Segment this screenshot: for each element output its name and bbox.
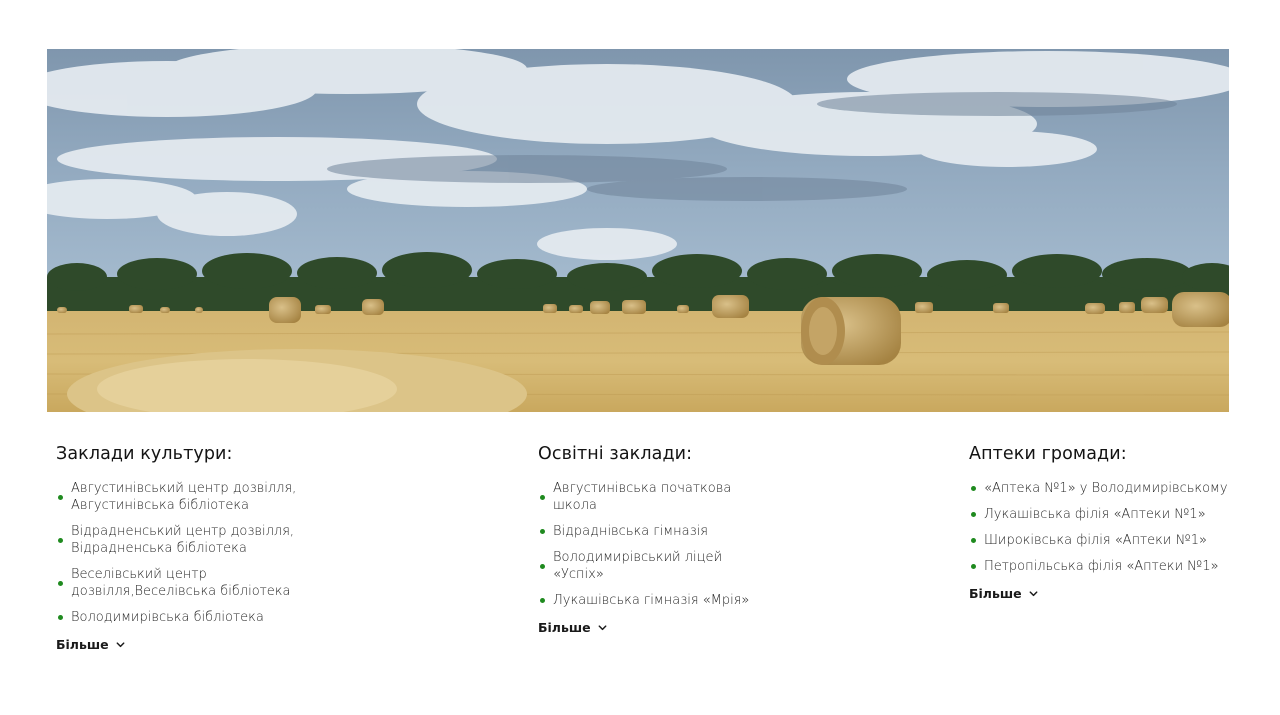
bullet-icon [540, 529, 545, 534]
section-title: Аптеки громади: [969, 444, 1127, 464]
list-item-label: Відраднівська гімназія [553, 524, 708, 539]
list-item[interactable]: Лукашівська гімназія «Мрія» [538, 592, 838, 609]
list-item-label: Відрадненський центр дозвілля, Відрадненс… [71, 524, 295, 556]
bullet-icon [58, 615, 63, 620]
bullet-icon [58, 537, 63, 543]
education-section: Освітні заклади: Августинівська початков… [538, 444, 838, 637]
list-item[interactable]: Лукашівська філія «Аптеки №1» [969, 506, 1259, 523]
list-item[interactable]: Широківська філія «Аптеки №1» [969, 532, 1259, 549]
list-item[interactable]: Відрадненський центр дозвілля, Відрадненс… [56, 523, 356, 557]
list-item[interactable]: «Аптека №1» у Володимирівському [969, 480, 1259, 497]
list-item[interactable]: Августинівський центр дозвілля, Августині… [56, 480, 356, 514]
list-item[interactable]: Петропільська філія «Аптеки №1» [969, 558, 1259, 575]
section-title: Освітні заклади: [538, 444, 693, 464]
list-item-label: Володимирівська бібліотека [71, 610, 264, 625]
list-item-label: Лукашівська гімназія «Мрія» [553, 593, 750, 608]
bullet-icon [540, 598, 545, 603]
more-button[interactable]: Більше [56, 637, 126, 652]
bullet-icon [540, 494, 545, 500]
pharmacy-list: «Аптека №1» у Володимирівському Лукашівс… [969, 480, 1259, 575]
culture-list: Августинівський центр дозвілля, Августині… [56, 480, 356, 626]
education-list: Августинівська початкова школа Відраднівс… [538, 480, 838, 609]
list-item[interactable]: Веселівський центр дозвілля,Веселівська б… [56, 566, 356, 600]
list-item-label: Августинівський центр дозвілля, Августині… [71, 481, 297, 513]
list-item[interactable]: Відраднівська гімназія [538, 523, 838, 540]
list-item-label: Петропільська філія «Аптеки №1» [984, 559, 1219, 574]
list-item-label: Лукашівська філія «Аптеки №1» [984, 507, 1206, 522]
list-item-label: Володимирівський ліцей «Успіх» [553, 550, 723, 582]
bullet-icon [971, 564, 976, 569]
list-item-label: Августинівська початкова школа [553, 481, 732, 513]
more-button[interactable]: Більше [538, 620, 608, 635]
bullet-icon [58, 580, 63, 586]
list-item-label: Широківська філія «Аптеки №1» [984, 533, 1207, 548]
more-label: Більше [969, 586, 1022, 601]
chevron-down-icon [598, 625, 607, 631]
bullet-icon [58, 494, 63, 500]
list-item[interactable]: Володимирівський ліцей «Успіх» [538, 549, 838, 583]
bullet-icon [540, 563, 545, 569]
bullet-icon [971, 512, 976, 517]
list-item[interactable]: Августинівська початкова школа [538, 480, 838, 514]
section-title: Заклади культури: [56, 444, 233, 464]
list-item-label: Веселівський центр дозвілля,Веселівська б… [71, 567, 291, 599]
hero-image [47, 49, 1229, 412]
bullet-icon [971, 538, 976, 543]
field-hay-bales-image [47, 49, 1229, 412]
culture-section: Заклади культури: Августинівський центр … [56, 444, 356, 654]
list-item-label: «Аптека №1» у Володимирівському [984, 481, 1228, 496]
chevron-down-icon [116, 642, 125, 648]
bullet-icon [971, 486, 976, 491]
more-label: Більше [56, 637, 109, 652]
more-label: Більше [538, 620, 591, 635]
pharmacy-section: Аптеки громади: «Аптека №1» у Володимирі… [969, 444, 1259, 603]
chevron-down-icon [1029, 591, 1038, 597]
more-button[interactable]: Більше [969, 586, 1039, 601]
list-item[interactable]: Володимирівська бібліотека [56, 609, 356, 626]
